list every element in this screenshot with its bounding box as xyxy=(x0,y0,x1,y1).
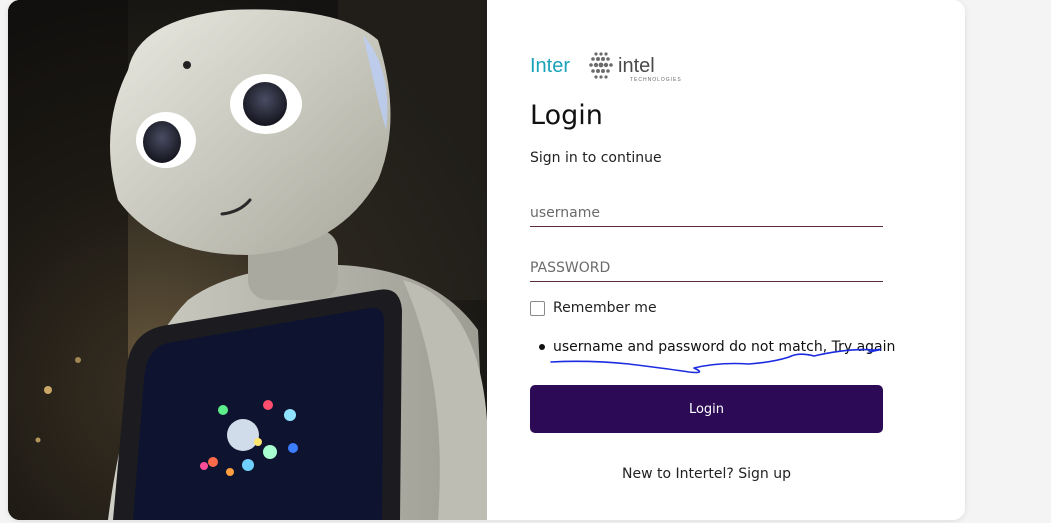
password-input[interactable] xyxy=(530,255,883,282)
intertel-logo: Inter intel TECHNOLOGIES xyxy=(530,52,682,83)
handwritten-underline-annotation xyxy=(550,348,882,374)
bullet-icon xyxy=(539,344,545,350)
remember-me-checkbox[interactable] xyxy=(530,300,545,316)
signup-row: New to Intertel? Sign up xyxy=(530,466,883,482)
login-panel: Inter intel TECHNOLOGIES Login Sign in t… xyxy=(487,0,965,520)
remember-me-label: Remember me xyxy=(553,300,657,316)
login-card: Inter intel TECHNOLOGIES Login Sign in t… xyxy=(8,0,965,520)
page-subtitle: Sign in to continue xyxy=(530,150,662,166)
robot-hero-image xyxy=(8,0,487,520)
login-button[interactable]: Login xyxy=(530,385,883,433)
signup-prompt: New to Intertel? xyxy=(622,466,739,482)
logo-wordmark-left: Inter xyxy=(530,55,570,77)
page-title: Login xyxy=(530,100,603,131)
signup-link[interactable]: Sign up xyxy=(738,466,791,482)
username-input[interactable] xyxy=(530,200,883,227)
remember-me-row[interactable]: Remember me xyxy=(530,300,657,316)
logo-tagline: TECHNOLOGIES xyxy=(630,77,682,83)
logo-wordmark-right: intel xyxy=(618,55,655,77)
